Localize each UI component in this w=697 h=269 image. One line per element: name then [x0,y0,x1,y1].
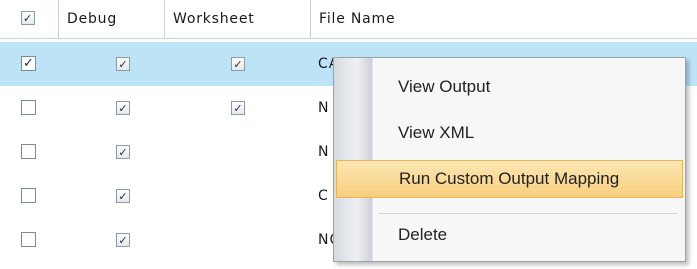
debug-checkbox[interactable]: ✓ [116,189,130,203]
select-all-header[interactable]: ✓ [0,0,58,38]
select-all-checkbox-icon[interactable]: ✓ [21,11,35,25]
debug-checkbox[interactable]: ✓ [116,233,130,247]
file-name-cell[interactable]: C [318,174,329,218]
row-select-checkbox[interactable] [21,100,36,115]
worksheet-checkbox[interactable]: ✓ [231,101,245,115]
debug-checkbox[interactable]: ✓ [116,145,130,159]
debug-checkbox[interactable]: ✓ [116,57,130,71]
row-select-checkbox[interactable] [21,232,36,247]
file-name-column-header[interactable]: File Name [310,0,697,38]
context-menu: View Output View XML Run Custom Output M… [333,57,686,262]
worksheet-column-header[interactable]: Worksheet [164,0,310,38]
grid-header: ✓ Debug Worksheet File Name [0,0,697,39]
row-select-checkbox[interactable] [21,188,36,203]
menu-separator [378,213,678,214]
menu-item-delete[interactable]: Delete [336,216,683,254]
file-name-cell[interactable]: N [318,130,329,174]
debug-checkbox[interactable]: ✓ [116,101,130,115]
debug-column-header[interactable]: Debug [58,0,164,38]
row-select-checkbox[interactable] [21,144,36,159]
file-name-cell[interactable]: N [318,86,329,130]
menu-item-view-output[interactable]: View Output [336,68,683,106]
menu-item-run-custom-output-mapping[interactable]: Run Custom Output Mapping [336,160,683,198]
menu-item-view-xml[interactable]: View XML [336,114,683,152]
row-select-checkbox[interactable]: ✓ [21,56,36,71]
worksheet-checkbox[interactable]: ✓ [231,57,245,71]
